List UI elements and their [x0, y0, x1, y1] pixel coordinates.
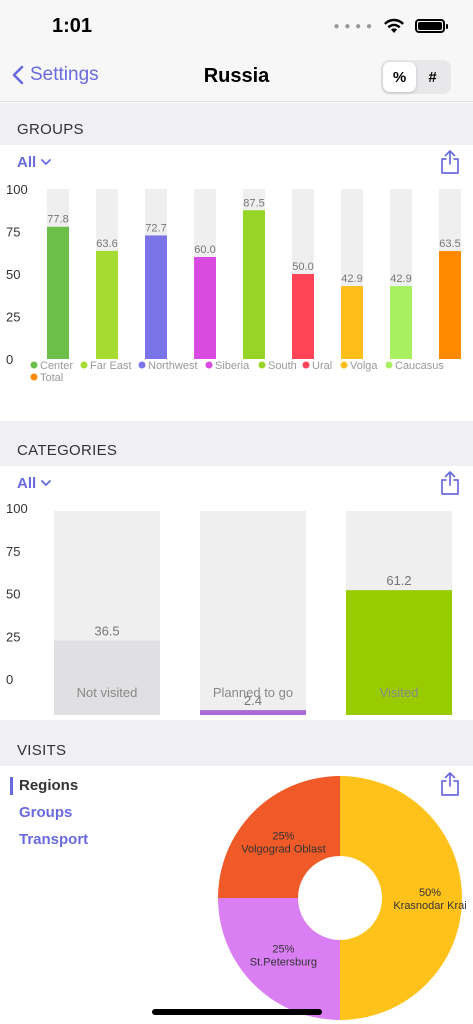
- categories-section-header: CATEGORIES: [0, 421, 473, 466]
- bar-not-visited: [54, 640, 160, 715]
- categories-bar-chart: 100755025036.5Not visited2.4Planned to g…: [6, 501, 452, 715]
- bar-total: [439, 251, 461, 359]
- groups-filter-dropdown[interactable]: All: [17, 154, 52, 171]
- legend-label: Volga: [350, 360, 378, 372]
- bar-value-label: 63.5: [439, 238, 460, 250]
- slice-name-label: Krasnodar Krai: [393, 900, 466, 912]
- visits-header-label: VISITS: [17, 742, 67, 759]
- slice-krasnodar-krai: [340, 776, 462, 1020]
- wifi-icon: [384, 18, 404, 33]
- back-button[interactable]: Settings: [12, 64, 99, 86]
- bar-value-label: 72.7: [145, 222, 166, 234]
- visits-menu-regions[interactable]: Regions: [9, 776, 88, 803]
- cellular-dots-icon: ● ● ● ●: [333, 20, 373, 32]
- bar-value-label: 42.9: [341, 273, 362, 285]
- bar-caucasus: [390, 286, 412, 359]
- category-label: Not visited: [77, 685, 138, 700]
- categories-share-icon[interactable]: [440, 470, 460, 496]
- segment-percent[interactable]: %: [383, 62, 416, 92]
- slice-percent-label: 50%: [419, 887, 441, 899]
- visits-menu: Regions Groups Transport: [9, 776, 88, 857]
- legend-swatch: [301, 360, 311, 370]
- legend-swatch: [339, 360, 349, 370]
- y-tick-label: 50: [6, 267, 20, 282]
- bar-value-label: 61.2: [386, 573, 411, 588]
- bar-value-label: 87.5: [243, 197, 264, 209]
- category-label: Visited: [380, 685, 419, 700]
- legend-swatch: [204, 360, 214, 370]
- legend-label: Center: [40, 360, 73, 372]
- y-tick-label: 100: [6, 182, 28, 197]
- status-icons: ● ● ● ●: [333, 18, 448, 34]
- percent-count-segmented-control[interactable]: % #: [381, 60, 451, 94]
- bar-value-label: 36.5: [94, 624, 119, 639]
- status-time: 1:01: [52, 15, 93, 37]
- navigation-bar: Settings Russia % #: [0, 54, 473, 102]
- y-tick-label: 0: [6, 352, 13, 367]
- segment-count[interactable]: #: [416, 62, 449, 92]
- visits-donut-chart: 50%Krasnodar Krai25%St.Petersburg25%Volg…: [218, 776, 467, 1020]
- slice-name-label: St.Petersburg: [250, 957, 317, 969]
- legend-label: Caucasus: [395, 360, 444, 372]
- legend-swatch: [257, 360, 267, 370]
- y-tick-label: 100: [6, 501, 28, 516]
- home-indicator: [152, 1009, 322, 1015]
- category-label: Planned to go: [213, 685, 293, 700]
- legend-swatch: [79, 360, 89, 370]
- groups-header-label: GROUPS: [17, 121, 84, 138]
- back-button-label: Settings: [30, 64, 99, 85]
- bar-center: [47, 226, 69, 359]
- legend-label: Ural: [312, 360, 332, 372]
- y-tick-label: 75: [6, 544, 20, 559]
- bar-value-label: 60.0: [194, 244, 215, 256]
- bar-planned-to-go: [200, 710, 306, 715]
- legend-swatch: [29, 372, 39, 382]
- y-tick-label: 75: [6, 225, 20, 240]
- y-tick-label: 0: [6, 672, 13, 687]
- bar-volga: [341, 286, 363, 359]
- y-tick-label: 50: [6, 587, 20, 602]
- legend-swatch: [29, 360, 39, 370]
- categories-filter-dropdown[interactable]: All: [17, 475, 52, 492]
- bar-value-label: 42.9: [390, 273, 411, 285]
- bar-value-label: 63.6: [96, 238, 117, 250]
- slice-percent-label: 25%: [272, 830, 294, 842]
- visits-menu-groups[interactable]: Groups: [12, 803, 88, 830]
- bar-south: [243, 210, 265, 359]
- chevron-down-icon: [41, 159, 52, 166]
- legend-label: Total: [40, 372, 63, 384]
- legend-swatch: [384, 360, 394, 370]
- slice-percent-label: 25%: [272, 944, 294, 956]
- categories-header-label: CATEGORIES: [17, 442, 118, 459]
- legend-label: Far East: [90, 360, 132, 372]
- chevron-down-icon: [41, 480, 52, 487]
- bar-value-label: 50.0: [292, 261, 313, 273]
- bar-ural: [292, 274, 314, 359]
- bar-northwest: [145, 235, 167, 359]
- bar-siberia: [194, 257, 216, 359]
- legend-label: Siberia: [215, 360, 250, 372]
- legend-label: Northwest: [148, 360, 198, 372]
- slice-name-label: Volgograd Oblast: [241, 843, 325, 855]
- legend-swatch: [137, 360, 147, 370]
- y-tick-label: 25: [6, 629, 20, 644]
- bar-value-label: 77.8: [47, 214, 68, 226]
- groups-section-header: GROUPS: [0, 103, 473, 145]
- visits-section-header: VISITS: [0, 720, 473, 766]
- visits-menu-transport[interactable]: Transport: [12, 830, 88, 857]
- legend-label: South: [268, 360, 297, 372]
- y-tick-label: 25: [6, 310, 20, 325]
- groups-filter-label: All: [17, 154, 37, 171]
- chevron-left-icon: [12, 65, 24, 85]
- status-bar: 1:01 ● ● ● ●: [0, 0, 473, 54]
- bar-far-east: [96, 250, 118, 359]
- categories-filter-label: All: [17, 475, 37, 492]
- groups-bar-chart: 100 75 50 25 0 77.8 63.6 72.7 60.0 87.5 50.0 42.9 42…: [6, 182, 461, 384]
- battery-icon: [415, 19, 448, 33]
